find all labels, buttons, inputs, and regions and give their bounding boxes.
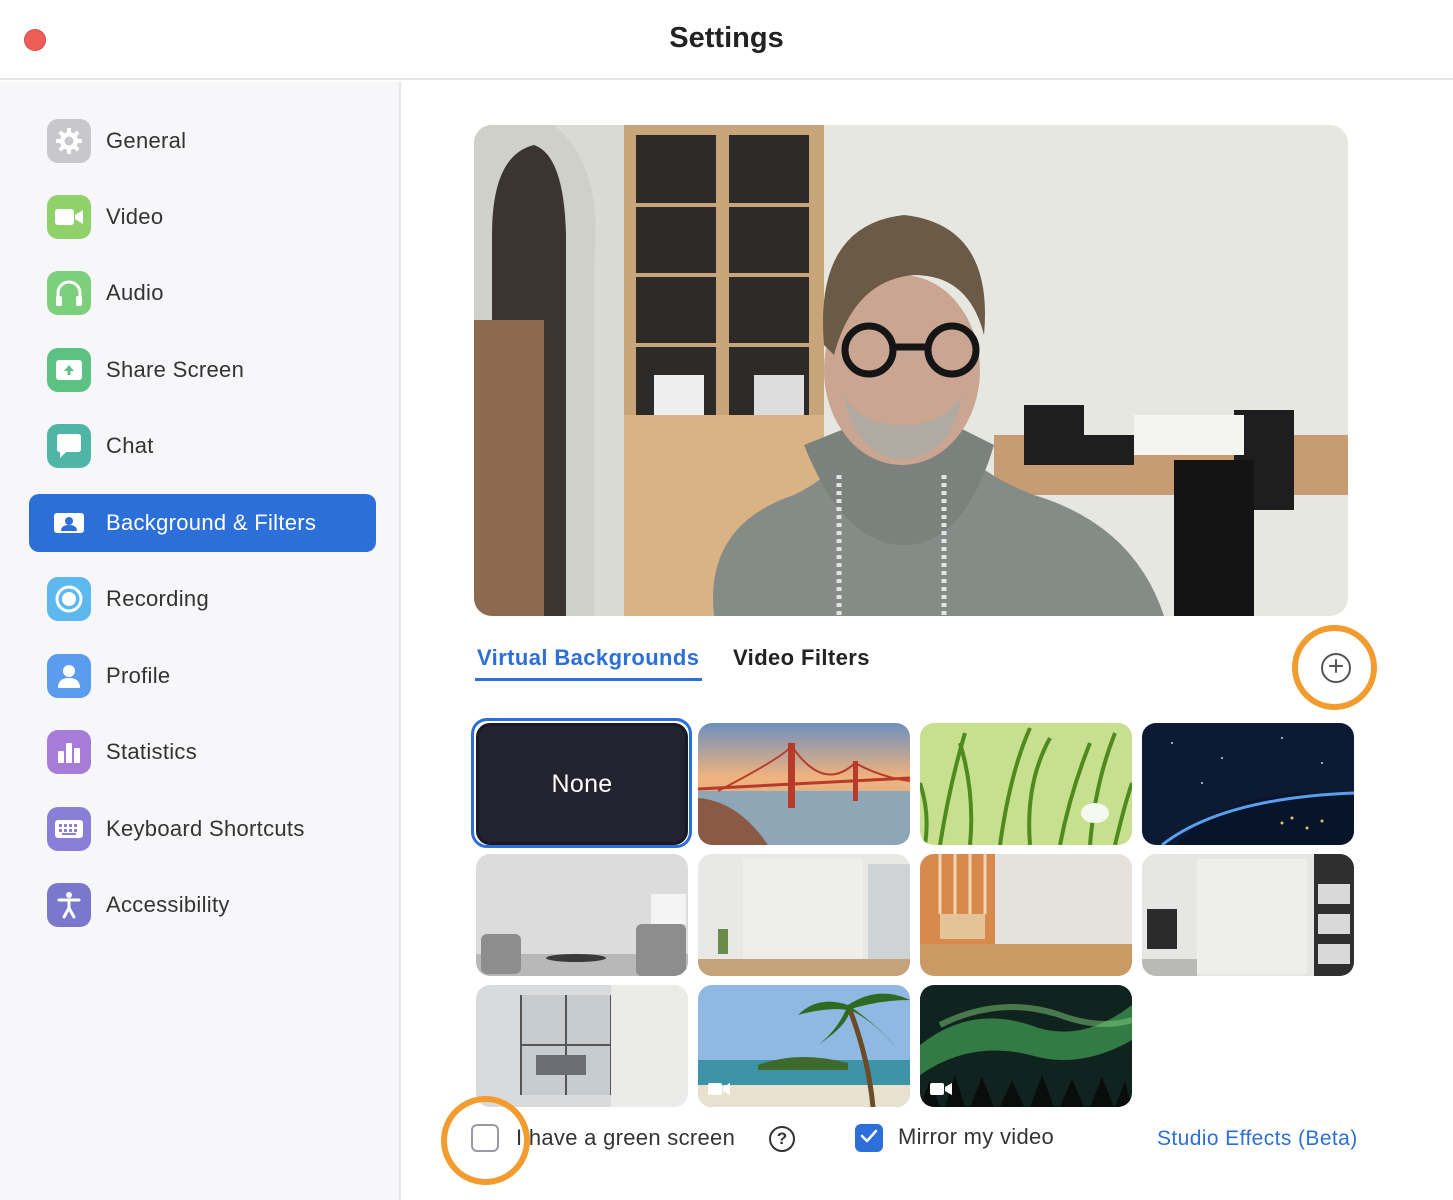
background-thumbnail-grass[interactable] [920,723,1132,845]
sidebar-item-label: Keyboard Shortcuts [106,816,305,841]
sidebar-item-statistics[interactable]: Statistics [29,723,376,781]
sidebar-item-label: Background & Filters [106,510,317,535]
background-thumbnail-white-office[interactable] [698,854,910,976]
green-screen-label: I have a green screen [516,1125,736,1150]
sidebar-item-keyboard-shortcuts[interactable]: Keyboard Shortcuts [29,800,376,858]
checkmark-icon [860,1129,878,1148]
sidebar-item-label: Profile [106,663,171,688]
background-thumbnail-golden-gate[interactable] [698,723,910,845]
mirror-video-checkbox[interactable] [855,1124,883,1152]
sidebar-item-label: Video [106,204,164,229]
accessibility-icon [47,883,91,927]
sidebar-item-label: Statistics [106,739,198,764]
video-camera-icon [708,1082,730,1101]
background-filters-panel: Virtual Backgrounds Video Filters None I… [403,82,1453,1200]
portrait-icon [47,501,91,545]
background-thumbnail-beach[interactable] [698,985,910,1107]
headphones-icon [47,271,91,315]
sidebar-item-label: Recording [106,586,209,611]
window-title: Settings [669,22,784,54]
background-thumbnail-none[interactable]: None [476,723,688,845]
green-screen-checkbox[interactable] [471,1124,499,1152]
plus-circle-icon [1328,658,1344,679]
tab-virtual-backgrounds[interactable]: Virtual Backgrounds [477,645,699,671]
sidebar-item-label: Accessibility [106,892,230,917]
background-thumbnail-aurora[interactable] [920,985,1132,1107]
background-thumbnail-office-shelves[interactable] [1142,854,1354,976]
sidebar-item-video[interactable]: Video [29,188,376,246]
sidebar-item-chat[interactable]: Chat [29,417,376,475]
sidebar-item-audio[interactable]: Audio [29,264,376,322]
camera-preview [474,125,1348,616]
settings-sidebar: General Video Audio Share Screen Chat Ba… [0,82,401,1200]
active-tab-indicator [475,678,702,681]
person-icon [47,654,91,698]
bar-chart-icon [47,730,91,774]
sidebar-item-general[interactable]: General [29,112,376,170]
sidebar-item-recording[interactable]: Recording [29,570,376,628]
sidebar-item-label: Chat [106,433,154,458]
studio-effects-link[interactable]: Studio Effects (Beta) [1157,1127,1358,1151]
sidebar-item-accessibility[interactable]: Accessibility [29,876,376,934]
tab-video-filters[interactable]: Video Filters [733,645,870,671]
help-icon[interactable]: ? [769,1126,795,1152]
sidebar-item-profile[interactable]: Profile [29,647,376,705]
video-camera-icon [930,1082,952,1101]
gear-icon [47,119,91,163]
sidebar-item-label: General [106,128,187,153]
keyboard-icon [47,807,91,851]
background-thumbnail-earth[interactable] [1142,723,1354,845]
sidebar-item-share-screen[interactable]: Share Screen [29,341,376,399]
title-bar: Settings [0,0,1453,80]
sidebar-item-label: Share Screen [106,357,245,382]
sidebar-item-label: Audio [106,280,164,305]
background-thumbnail-wood-room[interactable] [920,854,1132,976]
chat-bubble-icon [47,424,91,468]
share-screen-icon [47,348,91,392]
background-thumbnail-glass-office[interactable] [476,985,688,1107]
add-background-button[interactable] [1321,653,1351,683]
background-thumbnail-living-room[interactable] [476,854,688,976]
thumbnail-label: None [551,769,613,798]
record-icon [47,577,91,621]
video-camera-icon [47,195,91,239]
sidebar-item-background-filters[interactable]: Background & Filters [29,494,376,552]
mirror-video-label: Mirror my video [898,1124,1055,1149]
